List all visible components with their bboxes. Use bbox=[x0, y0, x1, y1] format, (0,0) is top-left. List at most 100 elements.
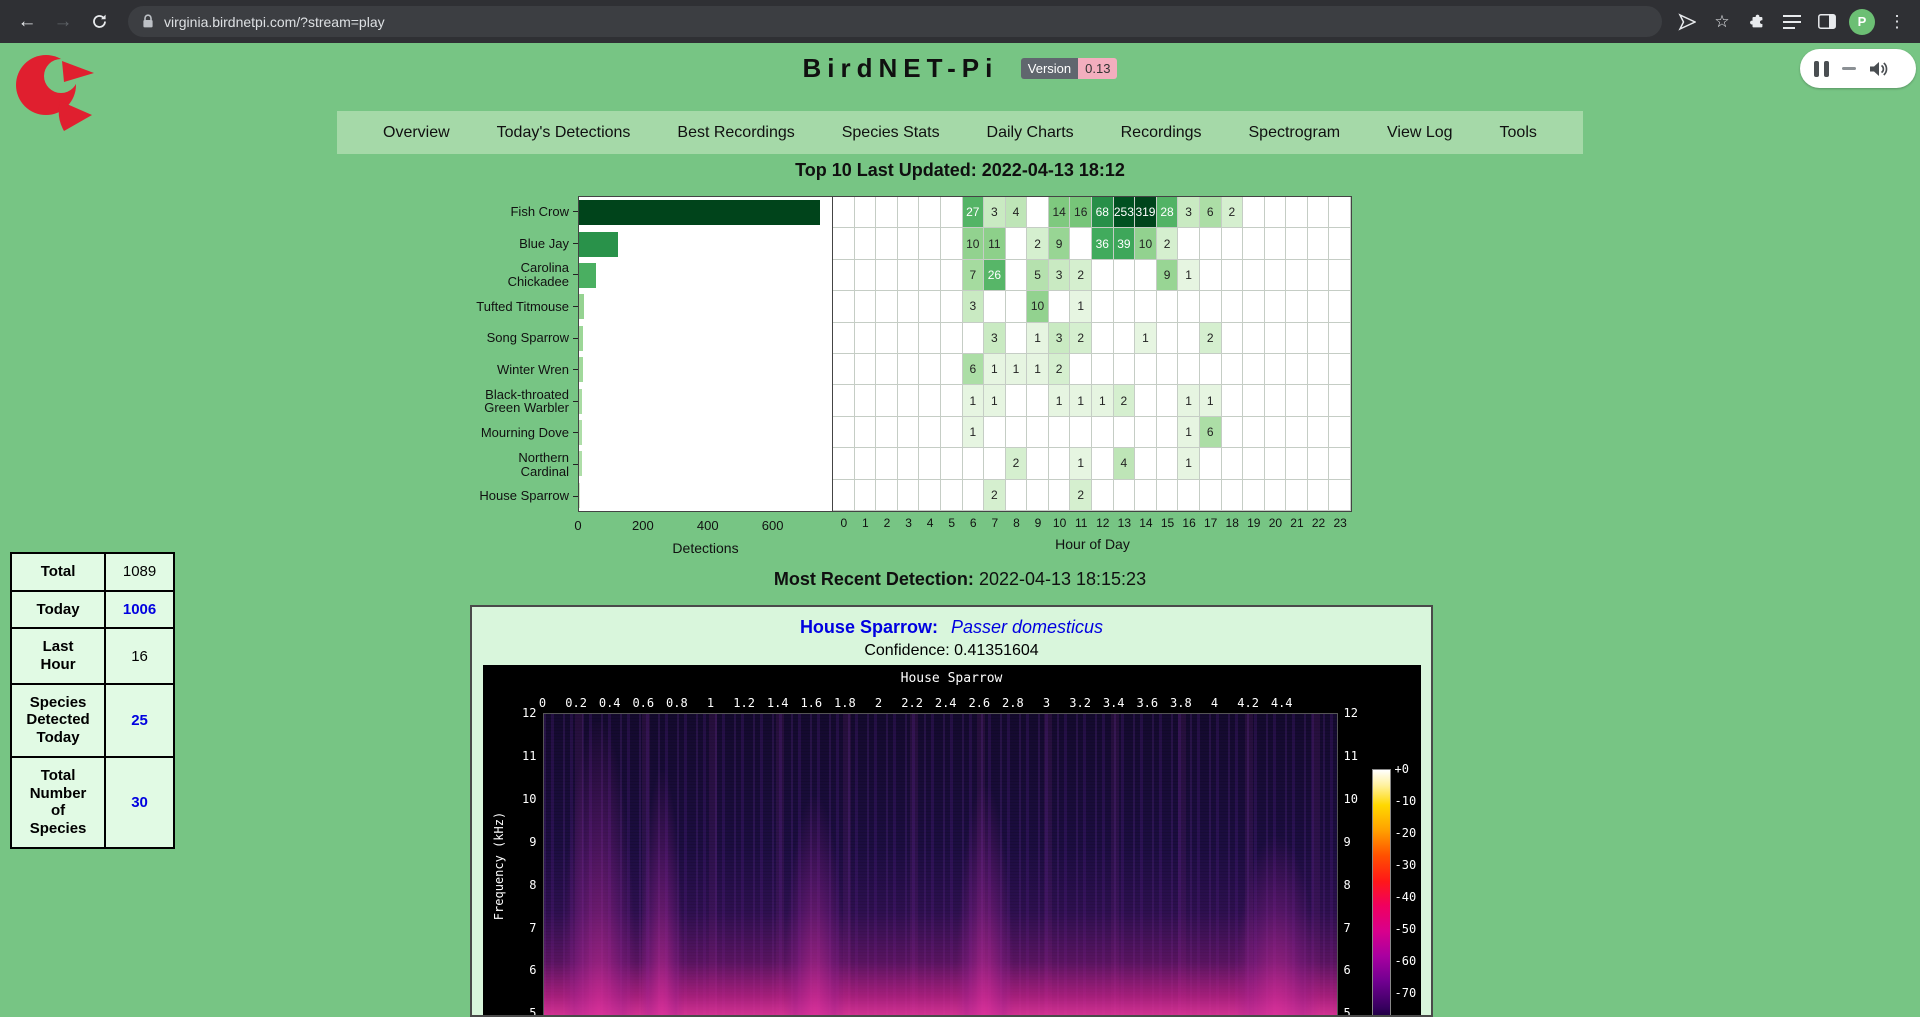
heatmap-cell bbox=[1157, 480, 1179, 511]
heatmap-cell bbox=[1265, 448, 1287, 479]
send-page-button[interactable] bbox=[1674, 9, 1700, 35]
heatmap-cell: 2 bbox=[1114, 385, 1136, 416]
axis-tick-label: 3.4 bbox=[1097, 696, 1131, 710]
heatmap-cell bbox=[963, 323, 985, 354]
heatmap-cell bbox=[1114, 480, 1136, 511]
most-recent-label: Most Recent Detection: bbox=[774, 569, 974, 589]
player-timeline[interactable] bbox=[1842, 67, 1856, 70]
heatmap-cell bbox=[1006, 291, 1028, 322]
bar-row bbox=[579, 260, 832, 291]
back-button[interactable]: ← bbox=[10, 5, 44, 39]
colorbar-tick-label: -60 bbox=[1395, 954, 1421, 968]
species-label-text: Fish Crow bbox=[510, 205, 569, 219]
colorbar-tick-label: -10 bbox=[1395, 794, 1421, 808]
puzzle-icon bbox=[1748, 13, 1766, 31]
heatmap-cell bbox=[1222, 354, 1244, 385]
colorbar-tick-label: -20 bbox=[1395, 826, 1421, 840]
heatmap-cell bbox=[919, 197, 941, 228]
heatmap-cell bbox=[1070, 354, 1092, 385]
species-label-text: Mourning Dove bbox=[481, 426, 569, 440]
version-badge: Version0.13 bbox=[1021, 61, 1118, 76]
axis-tick-label: 0 bbox=[834, 516, 854, 530]
axis-tick-label: 4 bbox=[1198, 696, 1232, 710]
heatmap-cell bbox=[1286, 197, 1308, 228]
page-body: BirdNET-Pi Version0.13 OverviewToday's D… bbox=[0, 43, 1920, 1017]
heatmap-cell bbox=[898, 480, 920, 511]
heatmap-cell bbox=[876, 291, 898, 322]
bar-plot bbox=[578, 196, 833, 512]
nav-item-tools[interactable]: Tools bbox=[1500, 124, 1537, 142]
pause-button[interactable] bbox=[1814, 61, 1829, 77]
axis-tick-label: 1.2 bbox=[727, 696, 761, 710]
detection-bar bbox=[579, 232, 618, 257]
reading-list-button[interactable] bbox=[1779, 9, 1805, 35]
detection-species-link[interactable]: House Sparrow: bbox=[800, 617, 938, 637]
detection-confidence: Confidence: 0.41351604 bbox=[472, 641, 1431, 661]
stat-value[interactable]: 30 bbox=[105, 757, 174, 848]
axis-tick-label: 6 bbox=[503, 963, 537, 977]
stat-value[interactable]: 1006 bbox=[105, 591, 174, 629]
heatmap-cell: 16 bbox=[1070, 197, 1092, 228]
detection-bar bbox=[579, 263, 596, 288]
heatmap-cell bbox=[1329, 354, 1351, 385]
species-label-text: Tufted Titmouse bbox=[476, 300, 569, 314]
nav-item-recordings[interactable]: Recordings bbox=[1121, 124, 1202, 142]
heatmap-cell bbox=[833, 354, 855, 385]
heatmap-cell bbox=[1200, 354, 1222, 385]
nav-item-spectrogram[interactable]: Spectrogram bbox=[1249, 124, 1341, 142]
profile-avatar[interactable]: P bbox=[1849, 9, 1875, 35]
heatmap-cell bbox=[1243, 228, 1265, 259]
extensions-button[interactable] bbox=[1744, 9, 1770, 35]
top10-chart: Fish CrowBlue JayCarolina ChickadeeTufte… bbox=[460, 196, 1360, 596]
top10-heading: Top 10 Last Updated: 2022-04-13 18:12 bbox=[0, 160, 1920, 181]
bar-row bbox=[579, 354, 832, 385]
heatmap-cell bbox=[833, 197, 855, 228]
species-label: Mourning Dove bbox=[460, 417, 578, 449]
bar-xticks: 0200400600 bbox=[578, 518, 838, 534]
axis-tick-label: 4.4 bbox=[1265, 696, 1299, 710]
axis-tick-label: 17 bbox=[1201, 516, 1221, 530]
forward-button[interactable]: → bbox=[46, 5, 80, 39]
bar-row bbox=[579, 228, 832, 259]
heatmap-cell: 1 bbox=[1178, 448, 1200, 479]
heatmap-cell: 2 bbox=[1200, 323, 1222, 354]
nav-item-daily-charts[interactable]: Daily Charts bbox=[987, 124, 1074, 142]
spectrogram-colorbar bbox=[1372, 769, 1391, 1017]
heatmap-cell bbox=[1265, 323, 1287, 354]
nav-item-overview[interactable]: Overview bbox=[383, 124, 450, 142]
species-labels: Fish CrowBlue JayCarolina ChickadeeTufte… bbox=[460, 196, 578, 512]
axis-tick-label: 18 bbox=[1222, 516, 1242, 530]
detection-bar bbox=[579, 389, 582, 414]
heatmap-cell: 3 bbox=[984, 197, 1006, 228]
bookmark-button[interactable]: ☆ bbox=[1709, 9, 1735, 35]
audio-player[interactable] bbox=[1800, 49, 1916, 88]
url-bar[interactable]: virginia.birdnetpi.com/?stream=play bbox=[128, 6, 1662, 37]
heatmap-cell bbox=[1222, 417, 1244, 448]
most-recent-value: 2022-04-13 18:15:23 bbox=[979, 569, 1146, 589]
detection-scientific-link[interactable]: Passer domesticus bbox=[951, 617, 1103, 637]
axis-tick-label: 3 bbox=[899, 516, 919, 530]
nav-item-species-stats[interactable]: Species Stats bbox=[842, 124, 940, 142]
axis-tick-label: 400 bbox=[690, 518, 726, 533]
side-panel-button[interactable] bbox=[1814, 9, 1840, 35]
volume-icon[interactable] bbox=[1869, 60, 1889, 78]
nav-item-best-recordings[interactable]: Best Recordings bbox=[677, 124, 794, 142]
colorbar-tick-label: -30 bbox=[1395, 858, 1421, 872]
heatmap-cell: 1 bbox=[1027, 323, 1049, 354]
heatmap-cell bbox=[898, 260, 920, 291]
browser-menu-button[interactable]: ⋮ bbox=[1884, 9, 1910, 35]
colorbar-tick-label: +0 bbox=[1395, 762, 1421, 776]
heatmap-cell: 2 bbox=[1027, 228, 1049, 259]
reload-button[interactable] bbox=[82, 5, 116, 39]
nav-item-view-log[interactable]: View Log bbox=[1387, 124, 1453, 142]
heatmap-cell bbox=[1027, 385, 1049, 416]
nav-item-today-s-detections[interactable]: Today's Detections bbox=[497, 124, 631, 142]
axis-tick-label: 21 bbox=[1287, 516, 1307, 530]
heatmap-xlabel: Hour of Day bbox=[833, 536, 1352, 552]
axis-tick-label: 1.8 bbox=[828, 696, 862, 710]
stat-value[interactable]: 25 bbox=[105, 684, 174, 757]
heatmap-cell: 68 bbox=[1092, 197, 1114, 228]
heatmap-cell bbox=[1135, 448, 1157, 479]
bar-row bbox=[579, 417, 832, 448]
heatmap-cell: 26 bbox=[984, 260, 1006, 291]
